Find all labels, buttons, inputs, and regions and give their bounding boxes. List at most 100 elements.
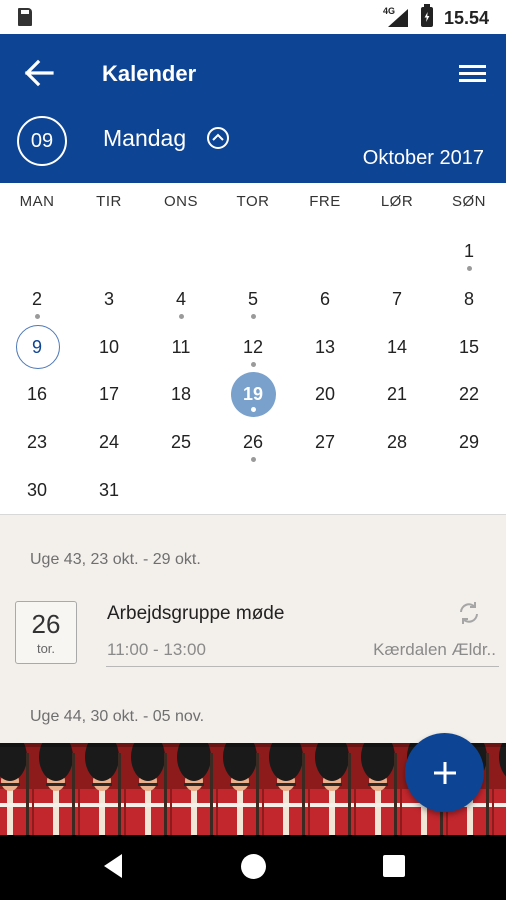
day-number: 15 bbox=[458, 336, 480, 357]
day-cell-30[interactable]: 30 bbox=[1, 466, 73, 513]
day-cell-11[interactable]: 11 bbox=[145, 323, 217, 370]
day-cell-3[interactable]: 3 bbox=[73, 275, 145, 322]
day-number: 10 bbox=[98, 336, 120, 357]
day-number: 29 bbox=[458, 432, 480, 453]
selected-day-number: 09 bbox=[30, 129, 54, 152]
day-cell-6[interactable]: 6 bbox=[289, 275, 361, 322]
back-arrow-icon[interactable] bbox=[22, 58, 58, 88]
day-number: 21 bbox=[386, 384, 408, 405]
event-date-box[interactable]: 26 tor. bbox=[15, 601, 77, 664]
weekday-header: MAN bbox=[19, 193, 55, 210]
weekday-header: LØR bbox=[380, 193, 414, 210]
day-number: 16 bbox=[26, 384, 48, 405]
day-cell-12[interactable]: 12 bbox=[217, 323, 289, 370]
event-divider bbox=[106, 666, 499, 667]
day-cell-27[interactable]: 27 bbox=[289, 418, 361, 465]
day-number: 2 bbox=[31, 288, 42, 309]
day-cell-21[interactable]: 21 bbox=[361, 370, 433, 417]
weekday-header-row: MAN TIR ONS TOR FRE LØR SØN bbox=[0, 193, 506, 213]
day-cell-28[interactable]: 28 bbox=[361, 418, 433, 465]
event-indicator-dot bbox=[250, 457, 256, 463]
day-cell-20[interactable]: 20 bbox=[289, 370, 361, 417]
battery-charging-icon bbox=[421, 4, 433, 27]
day-cell-14[interactable]: 14 bbox=[361, 323, 433, 370]
day-number: 13 bbox=[314, 336, 336, 357]
day-number: 1 bbox=[463, 241, 474, 261]
event-indicator-dot bbox=[250, 361, 256, 367]
event-title: Arbejdsgruppe møde bbox=[107, 603, 285, 624]
day-number: 8 bbox=[463, 288, 474, 309]
day-cell-16[interactable]: 16 bbox=[1, 370, 73, 417]
weekday-header: SØN bbox=[451, 193, 486, 210]
day-cell-empty bbox=[73, 227, 145, 274]
week-44-header: Uge 44, 30 okt. - 05 nov. bbox=[30, 708, 205, 725]
day-cell-26[interactable]: 26 bbox=[217, 418, 289, 465]
month-year-label: Oktober 2017 bbox=[362, 147, 484, 169]
day-number: 17 bbox=[98, 384, 120, 405]
day-number: 5 bbox=[247, 288, 258, 309]
day-cell-2[interactable]: 2 bbox=[1, 275, 73, 322]
day-cell-empty bbox=[289, 227, 361, 274]
nav-home-icon[interactable] bbox=[241, 854, 266, 879]
day-cell-empty bbox=[217, 466, 289, 513]
day-cell-31[interactable]: 31 bbox=[73, 466, 145, 513]
weekday-header: TOR bbox=[236, 193, 270, 210]
day-number: 25 bbox=[170, 432, 192, 453]
nav-back-icon[interactable] bbox=[102, 853, 124, 879]
day-cell-22[interactable]: 22 bbox=[433, 370, 505, 417]
plus-icon bbox=[433, 761, 456, 784]
day-number: 27 bbox=[314, 432, 336, 453]
day-cell-1[interactable]: 1 bbox=[433, 227, 505, 274]
hamburger-menu-icon[interactable] bbox=[456, 62, 490, 86]
day-cell-10[interactable]: 10 bbox=[73, 323, 145, 370]
day-cell-18[interactable]: 18 bbox=[145, 370, 217, 417]
day-cell-9[interactable]: 9 bbox=[1, 323, 73, 370]
day-number: 23 bbox=[26, 432, 48, 453]
app-bar: Kalender 09 Mandag Oktober 2017 bbox=[0, 34, 506, 183]
day-number: 9 bbox=[31, 336, 42, 357]
week-row: 16 17 18 19 20 21 22 bbox=[0, 370, 506, 418]
weekday-header: ONS bbox=[163, 193, 198, 210]
add-event-button[interactable] bbox=[405, 733, 484, 812]
weekday-header: TIR bbox=[96, 193, 122, 210]
day-number: 26 bbox=[242, 432, 264, 453]
day-cell-5[interactable]: 5 bbox=[217, 275, 289, 322]
day-cell-empty bbox=[289, 466, 361, 513]
day-cell-15[interactable]: 15 bbox=[433, 323, 505, 370]
day-cell-7[interactable]: 7 bbox=[361, 275, 433, 322]
day-number: 28 bbox=[386, 432, 408, 453]
day-cell-empty bbox=[361, 466, 433, 513]
day-number: 30 bbox=[26, 480, 48, 500]
selected-weekday[interactable]: Mandag bbox=[103, 125, 186, 152]
week-43-header: Uge 43, 23 okt. - 29 okt. bbox=[30, 551, 201, 568]
day-cell-8[interactable]: 8 bbox=[433, 275, 505, 322]
week-row: 23 24 25 26 27 28 29 bbox=[0, 418, 506, 465]
day-cell-13[interactable]: 13 bbox=[289, 323, 361, 370]
day-number: 11 bbox=[171, 336, 191, 357]
day-cell-empty bbox=[145, 466, 217, 513]
nav-recents-icon[interactable] bbox=[383, 855, 405, 877]
day-cell-17[interactable]: 17 bbox=[73, 370, 145, 417]
chevron-up-circle-icon[interactable] bbox=[206, 126, 230, 150]
day-cell-29[interactable]: 29 bbox=[433, 418, 505, 465]
day-number: 18 bbox=[170, 384, 192, 405]
day-number: 19 bbox=[242, 384, 264, 405]
day-cell-19[interactable]: 19 bbox=[217, 370, 289, 418]
day-cell-empty bbox=[1, 227, 73, 274]
day-number: 22 bbox=[458, 384, 480, 405]
selected-day-circle[interactable]: 09 bbox=[17, 116, 67, 166]
event-indicator-dot bbox=[34, 313, 40, 319]
event-date-weekday: tor. bbox=[36, 641, 56, 656]
sync-icon bbox=[456, 600, 482, 626]
day-cell-25[interactable]: 25 bbox=[145, 418, 217, 465]
day-cell-4[interactable]: 4 bbox=[145, 275, 217, 322]
day-number: 12 bbox=[242, 336, 264, 357]
event-indicator-dot bbox=[466, 266, 472, 271]
day-cell-23[interactable]: 23 bbox=[1, 418, 73, 465]
day-number: 14 bbox=[386, 336, 408, 357]
day-number: 7 bbox=[391, 288, 402, 309]
day-cell-empty bbox=[217, 227, 289, 274]
page-title: Kalender bbox=[102, 61, 197, 86]
day-cell-24[interactable]: 24 bbox=[73, 418, 145, 465]
status-bar: 4G 15.54 bbox=[0, 0, 506, 34]
